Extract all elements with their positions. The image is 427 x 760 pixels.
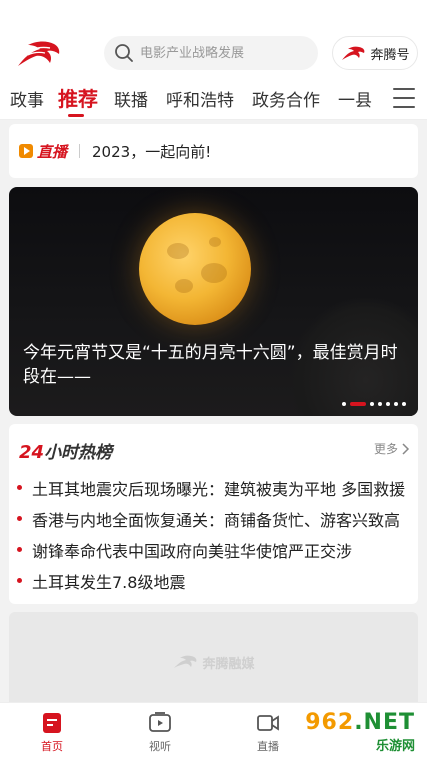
nav-home[interactable]: 首页	[22, 711, 82, 754]
search-bar[interactable]	[104, 36, 318, 70]
site-watermark-sub: 乐游网	[375, 739, 415, 754]
hot-item[interactable]: 土耳其发生7.8级地震	[17, 565, 413, 596]
live-badge: 直播	[19, 141, 67, 162]
more-link[interactable]: 更多	[374, 440, 410, 457]
carousel-dot	[386, 402, 390, 406]
hot-list-title-text: 小时热榜	[44, 443, 113, 463]
site-watermark-badge: 962.NET 乐游网	[291, 708, 421, 756]
tab-huhehaote[interactable]: 呼和浩特	[166, 86, 234, 111]
live-badge-label: 直播	[37, 142, 68, 161]
hot-list-title: 24小时热榜	[19, 438, 112, 463]
hot-item-text: 土耳其地震灾后现场曝光：建筑被夷为平地 多国救援	[32, 479, 406, 499]
tab-zhengshi[interactable]: 政事	[10, 86, 44, 111]
brand-label: 奔腾号	[370, 47, 410, 63]
camera-icon	[256, 711, 280, 735]
hot-list-card: 24小时热榜 更多 土耳其地震灾后现场曝光：建筑被夷为平地 多国救援 香港与内地…	[9, 424, 418, 604]
hot-item-text: 香港与内地全面恢复通关：商铺备货忙、游客兴致高	[32, 510, 401, 530]
bottom-nav: 首页 视听 直播 962.NET 乐游网	[0, 702, 427, 760]
carousel-dots	[342, 402, 406, 406]
search-input[interactable]	[140, 45, 300, 61]
live-play-icon	[19, 144, 33, 158]
nav-shiting[interactable]: 视听	[130, 711, 190, 754]
menu-icon[interactable]	[393, 88, 415, 108]
divider	[79, 144, 81, 158]
bullet-dot	[17, 516, 22, 521]
live-text: 2023，一起向前!	[92, 142, 212, 161]
tab-zhengwuhezuo[interactable]: 政务合作	[252, 86, 320, 111]
nav-shiting-label: 视听	[149, 740, 171, 753]
hot-list: 土耳其地震灾后现场曝光：建筑被夷为平地 多国救援 香港与内地全面恢复通关：商铺备…	[17, 472, 413, 596]
nav-zhibo[interactable]: 直播	[238, 711, 298, 754]
tab-tuijian[interactable]: 推荐	[58, 83, 98, 112]
bullet-dot	[17, 547, 22, 552]
hot-item[interactable]: 谢锋奉命代表中国政府向美驻华使馆严正交涉	[17, 534, 413, 565]
bullet-dot	[17, 485, 22, 490]
site-watermark-main: 962.NET	[305, 710, 415, 735]
home-icon	[40, 711, 64, 735]
banner-title: 今年元宵节又是“十五的月亮十六圆”，最佳赏月时段在——	[23, 343, 398, 387]
search-icon	[115, 44, 133, 62]
carousel-dot-active	[350, 402, 366, 406]
tab-yixian[interactable]: 一县	[338, 86, 372, 111]
horse-logo-icon[interactable]	[14, 36, 62, 70]
live-card[interactable]: 直播 2023，一起向前!	[9, 124, 418, 178]
carousel-dot	[402, 402, 406, 406]
chevron-right-icon	[402, 442, 410, 455]
more-label: 更多	[373, 442, 398, 456]
horse-logo-icon	[174, 655, 197, 668]
carousel-dot	[342, 402, 346, 406]
moon-image	[139, 213, 251, 325]
app-header: 奔腾号	[0, 0, 427, 78]
carousel-dot	[378, 402, 382, 406]
hot-list-number: 24	[19, 442, 45, 463]
hot-item-text: 谢锋奉命代表中国政府向美驻华使馆严正交涉	[32, 541, 353, 561]
carousel-dot	[370, 402, 374, 406]
loading-placeholder-card: 奔腾融媒	[9, 612, 418, 712]
nav-home-label: 首页	[41, 740, 63, 753]
watermark-text: 奔腾融媒	[202, 656, 255, 672]
carousel-dot	[394, 402, 398, 406]
video-play-icon	[148, 711, 172, 735]
banner-carousel[interactable]: 今年元宵节又是“十五的月亮十六圆”，最佳赏月时段在——	[9, 187, 418, 416]
watermark-logo: 奔腾融媒	[172, 653, 255, 672]
hot-item-text: 土耳其发生7.8级地震	[32, 572, 186, 592]
hot-item[interactable]: 香港与内地全面恢复通关：商铺备货忙、游客兴致高	[17, 503, 413, 534]
tab-lianbo[interactable]: 联播	[114, 86, 148, 111]
channel-tabs: 政事 推荐 联播 呼和浩特 政务合作 一县	[0, 78, 427, 120]
hot-item[interactable]: 土耳其地震灾后现场曝光：建筑被夷为平地 多国救援	[17, 472, 413, 503]
nav-zhibo-label: 直播	[257, 740, 279, 753]
bullet-dot	[17, 578, 22, 583]
horse-logo-icon	[342, 46, 365, 60]
active-tab-indicator	[68, 114, 84, 117]
benteng-hao-button[interactable]: 奔腾号	[332, 36, 418, 70]
